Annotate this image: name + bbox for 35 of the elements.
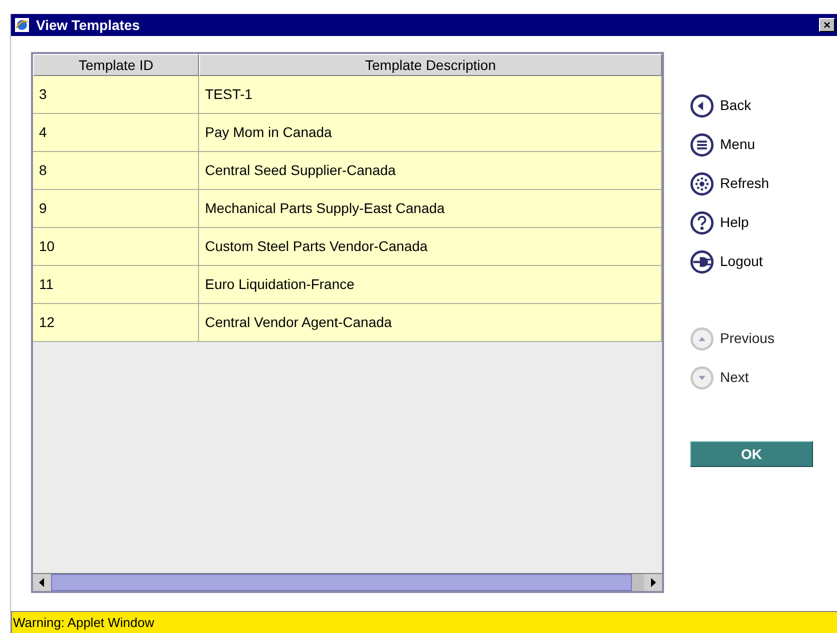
nav-button[interactable]: Menu xyxy=(690,125,813,164)
scroll-left-icon[interactable] xyxy=(33,574,51,591)
table-cell: 12 xyxy=(33,304,199,342)
table-cell: Pay Mom in Canada xyxy=(199,114,662,152)
table-cell: 8 xyxy=(33,152,199,190)
nav-button[interactable]: Logout xyxy=(690,242,813,281)
table-cell: 4 xyxy=(33,114,199,152)
globe-icon xyxy=(14,17,30,33)
menu-icon xyxy=(690,132,714,156)
refresh-icon xyxy=(690,172,714,196)
table-cell: TEST-1 xyxy=(199,76,662,114)
table-cell: Mechanical Parts Supply-East Canada xyxy=(199,190,662,228)
window-title: View Templates xyxy=(36,16,140,35)
close-button[interactable]: × xyxy=(819,18,835,32)
logout-icon xyxy=(690,250,714,274)
up-icon xyxy=(690,326,714,350)
table-cell: 10 xyxy=(33,228,199,266)
down-icon xyxy=(690,366,714,390)
nav-button[interactable]: Back xyxy=(690,86,813,125)
scroll-right-icon[interactable] xyxy=(644,574,662,591)
table-cell: Custom Steel Parts Vendor-Canada xyxy=(199,228,662,266)
nav-button[interactable]: Help xyxy=(690,203,813,242)
ok-button[interactable]: OK xyxy=(690,441,813,467)
back-icon xyxy=(690,94,714,118)
status-bar: Warning: Applet Window xyxy=(11,611,837,633)
column-header: Template ID xyxy=(33,54,199,76)
help-icon xyxy=(690,210,714,234)
column-header: Template Description xyxy=(199,54,662,76)
table-cell: Central Vendor Agent-Canada xyxy=(199,304,662,342)
table-cell: 3 xyxy=(33,76,199,114)
table-cell: Central Seed Supplier-Canada xyxy=(199,152,662,190)
table-cell: 9 xyxy=(33,190,199,228)
nav-button[interactable]: Refresh xyxy=(690,164,813,203)
table-cell: Euro Liquidation-France xyxy=(199,266,662,304)
table-cell: 11 xyxy=(33,266,199,304)
